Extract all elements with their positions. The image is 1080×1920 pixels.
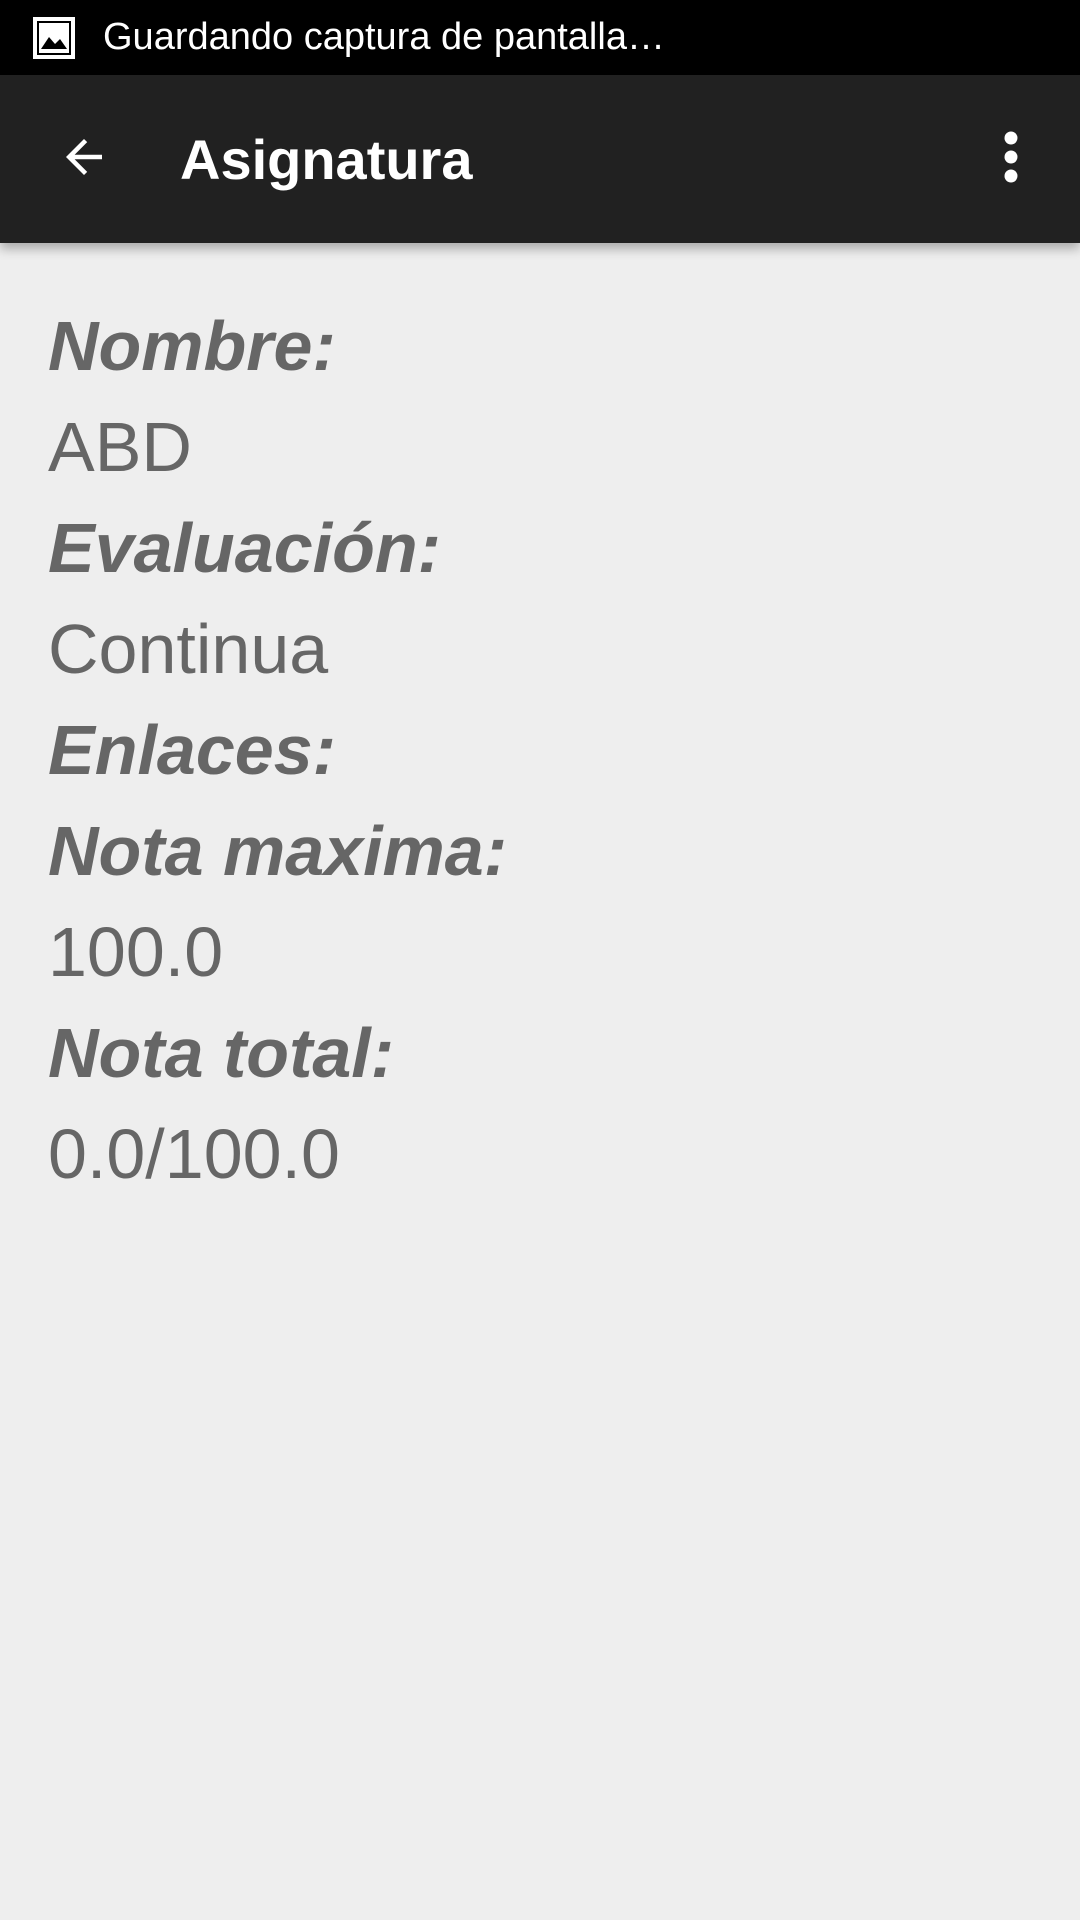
nota-total-label: Nota total: <box>48 1014 395 1092</box>
more-vert-icon <box>1004 131 1018 188</box>
nota-maxima-value: 100.0 <box>48 913 224 991</box>
overflow-menu-button[interactable] <box>956 104 1066 214</box>
nombre-label: Nombre: <box>48 307 336 385</box>
status-notification-text: Guardando captura de pantalla… <box>103 16 665 58</box>
subject-details: Nombre: ABD Evaluación: Continua Enlaces… <box>48 296 1038 1205</box>
page-title: Asignatura <box>180 127 473 191</box>
nombre-value: ABD <box>48 408 192 486</box>
evaluacion-value: Continua <box>48 610 329 688</box>
nota-total-value: 0.0/100.0 <box>48 1115 340 1193</box>
enlaces-label: Enlaces: <box>48 711 336 789</box>
app-bar: Asignatura <box>0 75 1080 243</box>
arrow-back-icon <box>57 130 111 189</box>
evaluacion-label: Evaluación: <box>48 509 441 587</box>
nota-maxima-label: Nota maxima: <box>48 812 508 890</box>
screenshot-image-icon <box>33 16 75 59</box>
status-bar: Guardando captura de pantalla… <box>0 0 1080 75</box>
back-button[interactable] <box>29 104 139 214</box>
